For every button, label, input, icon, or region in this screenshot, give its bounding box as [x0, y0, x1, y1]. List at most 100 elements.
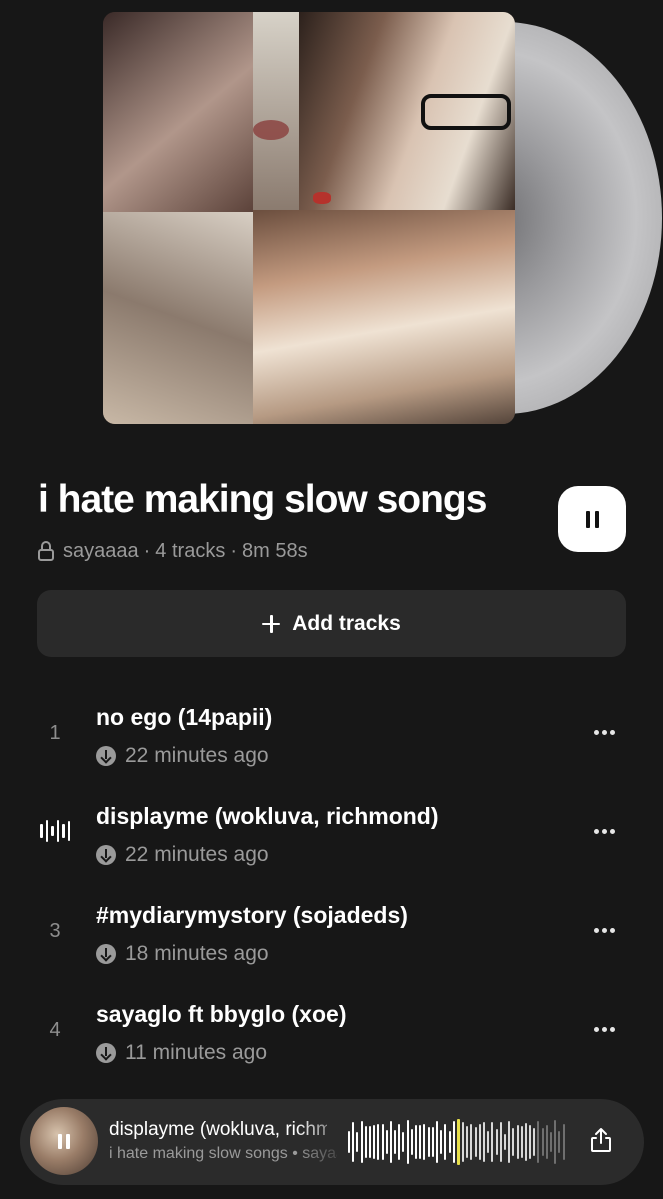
- cover-art-area: [103, 12, 662, 424]
- track-row[interactable]: 3 #mydiarymystory (sojadeds) 18 minutes …: [0, 902, 663, 982]
- waveform-bar: [427, 1126, 430, 1158]
- waveform-bar: [410, 1129, 413, 1155]
- download-icon: [96, 1043, 116, 1063]
- more-icon[interactable]: [594, 829, 615, 834]
- track-added-time: 22 minutes ago: [125, 843, 269, 866]
- more-icon[interactable]: [594, 730, 615, 735]
- playlist-duration: 8m 58s: [242, 539, 308, 562]
- track-title: displayme (wokluva, richmond): [96, 803, 439, 829]
- waveform-bar: [533, 1128, 536, 1156]
- text-fade: [296, 1113, 352, 1171]
- playlist-meta: sayaaaa · 4 tracks · 8m 58s: [38, 538, 308, 564]
- playlist-title: i hate making slow songs: [38, 478, 487, 521]
- cover-collage-tile: [103, 12, 253, 212]
- waveform-bar: [373, 1125, 376, 1159]
- track-added: 11 minutes ago: [96, 1041, 267, 1065]
- track-row[interactable]: 4 sayaglo ft bbyglo (xoe) 11 minutes ago: [0, 1001, 663, 1081]
- now-playing-icon: [40, 819, 70, 843]
- cover-art[interactable]: [103, 12, 515, 424]
- track-added-time: 11 minutes ago: [125, 1041, 268, 1064]
- waveform-bar: [466, 1125, 469, 1159]
- waveform-bar: [352, 1121, 355, 1163]
- track-added: 18 minutes ago: [96, 942, 269, 966]
- track-title: #mydiarymystory (sojadeds): [96, 902, 408, 928]
- track-title: no ego (14papii): [96, 704, 273, 730]
- playlist-screen: i hate making slow songs sayaaaa · 4 tra…: [0, 0, 663, 1199]
- track-title: sayaglo ft bbyglo (xoe): [96, 1001, 347, 1027]
- waveform-bar: [423, 1123, 426, 1161]
- waveform-bar: [406, 1120, 409, 1164]
- mini-player[interactable]: displayme (wokluva, richmond) i hate mak…: [20, 1099, 644, 1185]
- more-icon[interactable]: [594, 1027, 615, 1032]
- track-row[interactable]: displayme (wokluva, richmond) 22 minutes…: [0, 803, 663, 883]
- waveform-bar: [537, 1121, 540, 1163]
- cover-collage-tile: [103, 212, 253, 424]
- playlist-track-count: 4 tracks: [155, 539, 226, 562]
- waveform-bar: [529, 1125, 532, 1159]
- lock-icon: [38, 541, 54, 561]
- waveform-bar: [385, 1130, 388, 1154]
- cover-detail: [313, 192, 331, 204]
- plus-icon: [262, 614, 281, 633]
- waveform-bar: [389, 1120, 392, 1164]
- waveform-bar: [474, 1127, 477, 1157]
- waveform-bar: [368, 1126, 371, 1158]
- waveform-bar: [541, 1128, 544, 1156]
- waveform-bar: [440, 1129, 443, 1155]
- waveform-bar: [448, 1130, 451, 1154]
- waveform-bar: [508, 1120, 511, 1164]
- waveform-bar: [545, 1124, 548, 1160]
- waveform-bar: [435, 1121, 438, 1163]
- track-added: 22 minutes ago: [96, 843, 269, 867]
- cover-collage-tile: [253, 210, 515, 424]
- waveform-scrubber[interactable]: [348, 1119, 566, 1165]
- waveform-bar: [348, 1131, 350, 1153]
- track-number: 4: [49, 1019, 61, 1041]
- waveform-bar: [444, 1123, 447, 1161]
- waveform-bar: [364, 1126, 367, 1158]
- waveform-bar: [456, 1119, 460, 1165]
- waveform-bar: [503, 1133, 506, 1151]
- pause-icon: [585, 510, 599, 528]
- pause-icon: [58, 1133, 70, 1149]
- waveform-bar: [452, 1120, 455, 1164]
- download-icon: [96, 944, 116, 964]
- cover-collage-tile: [253, 12, 299, 212]
- waveform-bar: [381, 1123, 384, 1161]
- track-number: 3: [49, 920, 61, 942]
- mini-player-title: displayme (wokluva, richmond): [109, 1119, 327, 1140]
- waveform-bar: [398, 1124, 401, 1160]
- more-icon[interactable]: [594, 928, 615, 933]
- waveform-bar: [491, 1122, 494, 1162]
- share-icon[interactable]: [590, 1127, 612, 1153]
- waveform-bar: [520, 1126, 523, 1158]
- waveform-bar: [524, 1122, 527, 1162]
- track-number: 1: [49, 722, 61, 744]
- waveform-bar: [415, 1125, 417, 1159]
- mini-player-pause-button[interactable]: [30, 1107, 98, 1175]
- track-added-time: 18 minutes ago: [125, 942, 269, 965]
- waveform-bar: [554, 1120, 557, 1164]
- waveform-bar: [562, 1123, 565, 1161]
- waveform-bar: [499, 1122, 502, 1162]
- waveform-bar: [419, 1124, 422, 1160]
- waveform-bar: [516, 1125, 519, 1159]
- waveform-bar: [478, 1124, 481, 1160]
- waveform-bar: [470, 1124, 473, 1160]
- waveform-bar: [512, 1128, 515, 1156]
- meta-separator: ·: [143, 539, 151, 562]
- cover-detail: [253, 120, 289, 140]
- add-tracks-button[interactable]: Add tracks: [37, 590, 626, 657]
- waveform-bar: [431, 1126, 434, 1158]
- track-added-time: 22 minutes ago: [125, 744, 269, 767]
- waveform-bar: [356, 1132, 359, 1152]
- playlist-owner[interactable]: sayaaaa: [63, 540, 139, 563]
- track-added: 22 minutes ago: [96, 744, 269, 768]
- waveform-bar: [462, 1122, 465, 1162]
- cover-detail: [421, 94, 511, 130]
- pause-button[interactable]: [558, 486, 626, 552]
- waveform-bar: [360, 1121, 363, 1163]
- track-row[interactable]: 1 no ego (14papii) 22 minutes ago: [0, 704, 663, 784]
- waveform-bar: [377, 1124, 380, 1160]
- waveform-bar: [495, 1128, 498, 1156]
